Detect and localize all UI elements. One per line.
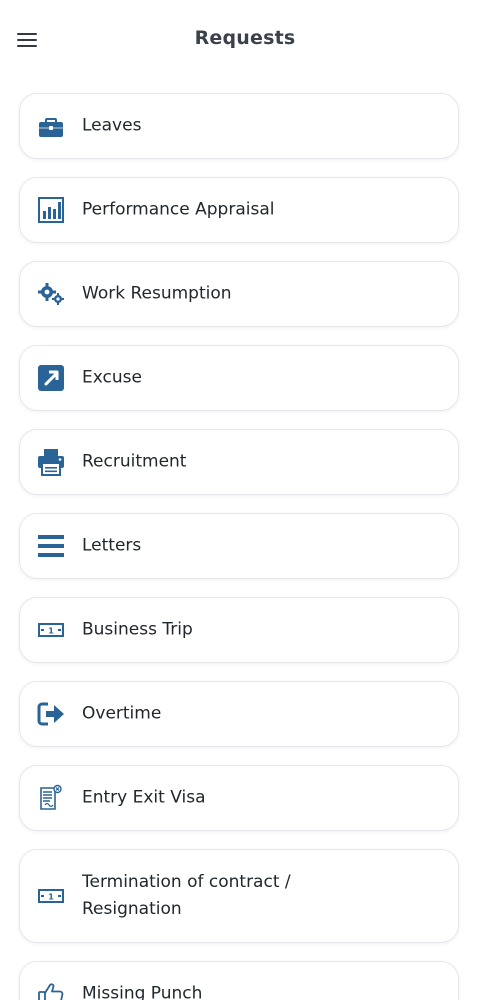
svg-text:1: 1 — [48, 627, 54, 636]
bar-chart-icon — [37, 196, 65, 224]
requests-list: Leaves Performance Appraisal Work Resump… — [19, 93, 459, 1000]
lines-icon — [37, 532, 65, 560]
request-item-excuse[interactable]: Excuse — [19, 345, 459, 411]
request-item-business-trip[interactable]: 1 Business Trip — [19, 597, 459, 663]
request-item-label: Work Resumption — [82, 283, 232, 304]
request-item-label-line1: Termination of contract / — [82, 872, 291, 892]
printer-icon — [37, 448, 65, 476]
request-item-leaves[interactable]: Leaves — [19, 93, 459, 159]
svg-text:1: 1 — [48, 893, 54, 902]
request-item-recruitment[interactable]: Recruitment — [19, 429, 459, 495]
money-bill-icon: 1 — [37, 616, 65, 644]
app-header: Requests — [0, 0, 478, 80]
gears-icon — [37, 280, 65, 308]
request-item-missing-punch[interactable]: Missing Punch — [19, 961, 459, 1000]
thumbs-up-icon — [37, 980, 65, 1000]
request-item-label: Performance Appraisal — [82, 199, 275, 220]
request-item-overtime[interactable]: Overtime — [19, 681, 459, 747]
request-item-label: Letters — [82, 535, 142, 556]
money-bill-icon: 1 — [37, 882, 65, 910]
request-item-work-resumption[interactable]: Work Resumption — [19, 261, 459, 327]
request-item-label: Business Trip — [82, 619, 193, 640]
request-item-label-line2: Resignation — [82, 899, 182, 919]
request-item-performance-appraisal[interactable]: Performance Appraisal — [19, 177, 459, 243]
request-item-label: Missing Punch — [82, 983, 203, 1000]
request-item-label: Overtime — [82, 703, 162, 724]
request-item-termination-resignation[interactable]: 1 Termination of contract / Resignation — [19, 849, 459, 943]
external-arrow-icon — [37, 364, 65, 392]
visa-document-icon — [37, 784, 65, 812]
request-item-label: Leaves — [82, 115, 142, 136]
briefcase-icon — [37, 112, 65, 140]
request-item-label: Excuse — [82, 367, 142, 388]
request-item-label: Recruitment — [82, 451, 187, 472]
request-item-label: Entry Exit Visa — [82, 787, 206, 808]
request-item-entry-exit-visa[interactable]: Entry Exit Visa — [19, 765, 459, 831]
requests-screen: Requests Leaves Performance Appraisal Wo… — [0, 0, 478, 1000]
request-item-label: Termination of contract / Resignation — [82, 869, 442, 923]
request-item-letters[interactable]: Letters — [19, 513, 459, 579]
page-title: Requests — [194, 27, 296, 49]
sign-out-icon — [37, 700, 65, 728]
